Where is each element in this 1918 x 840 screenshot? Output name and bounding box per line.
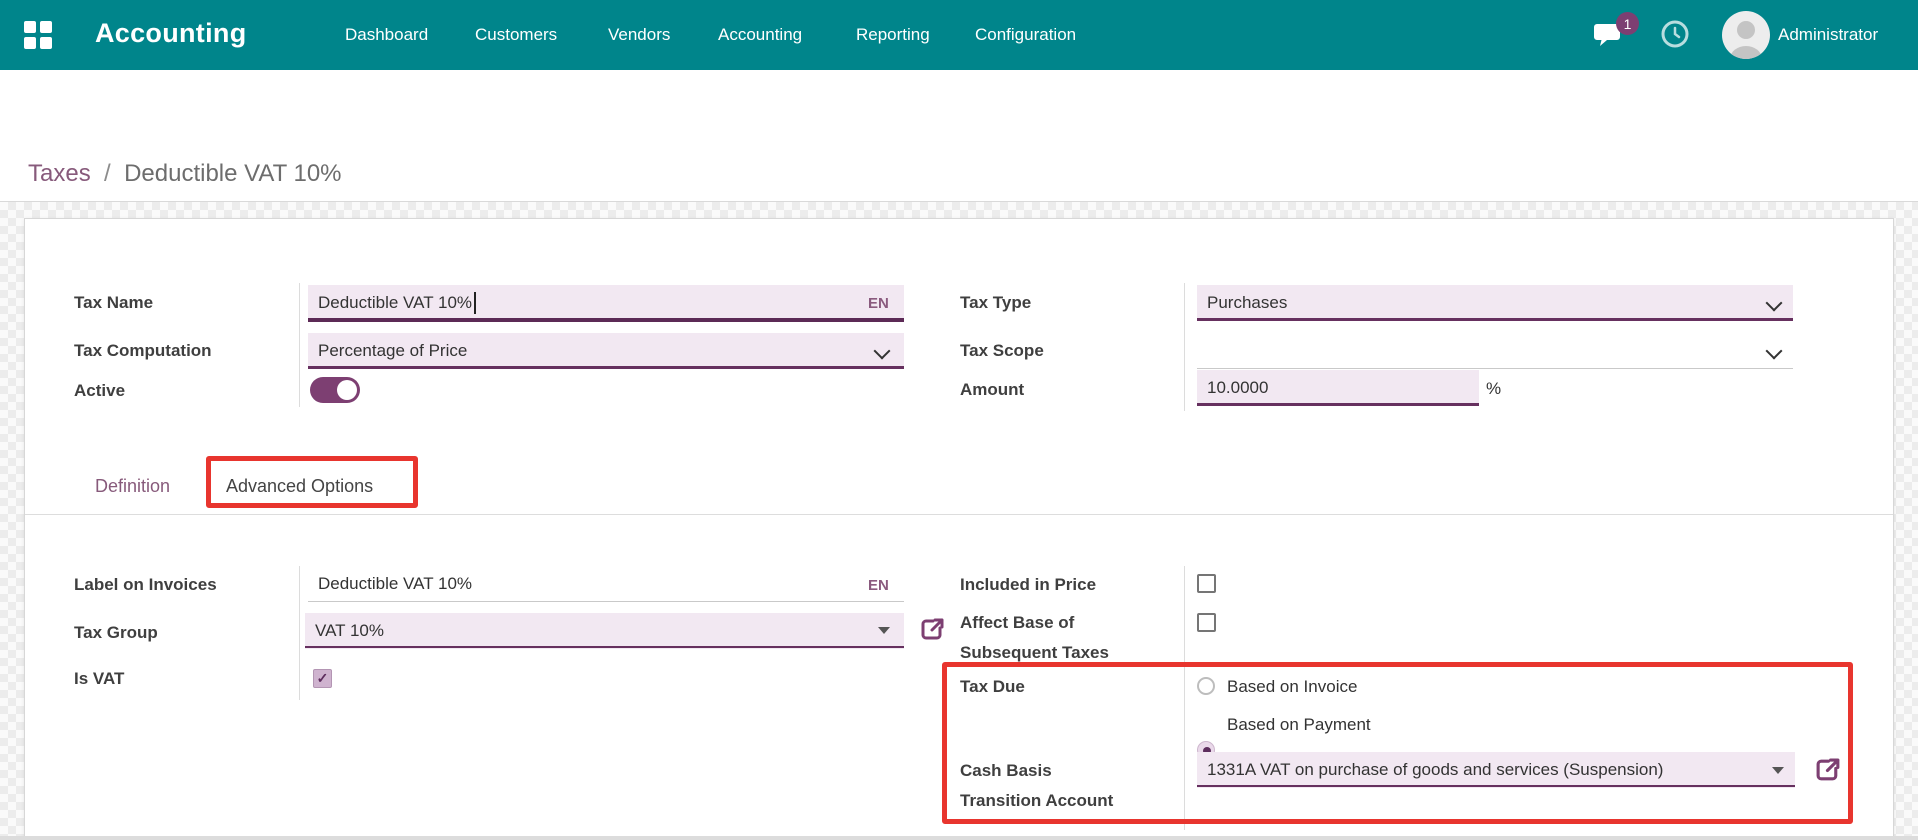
control-panel: Taxes / Deductible VAT 10% ✔ Save ✖ Disc… — [0, 70, 1918, 202]
tax-scope-label: Tax Scope — [960, 341, 1044, 361]
nav-reporting[interactable]: Reporting — [856, 25, 930, 45]
tax-due-option-label[interactable]: Based on Invoice — [1227, 677, 1357, 697]
breadcrumb-taxes-link[interactable]: Taxes — [28, 160, 91, 187]
amount-input[interactable]: 10.0000 — [1197, 370, 1479, 406]
included-in-price-checkbox[interactable] — [1197, 574, 1216, 593]
nav-customers[interactable]: Customers — [475, 25, 557, 45]
tax-group-external-link-icon[interactable] — [920, 617, 946, 643]
field-separator — [1184, 283, 1185, 411]
label-on-invoices-label: Label on Invoices — [74, 575, 217, 595]
breadcrumb-current: Deductible VAT 10% — [124, 160, 341, 187]
field-underline — [308, 318, 904, 322]
dropdown-caret-icon — [878, 627, 890, 634]
is-vat-checkbox[interactable]: ✓ — [313, 669, 332, 688]
active-label: Active — [74, 381, 125, 401]
tab-definition[interactable]: Definition — [95, 476, 170, 497]
breadcrumb: Taxes / Deductible VAT 10% — [28, 160, 342, 188]
avatar[interactable] — [1722, 11, 1770, 59]
field-separator — [299, 566, 300, 700]
tax-group-label: Tax Group — [74, 623, 158, 643]
nav-configuration[interactable]: Configuration — [975, 25, 1076, 45]
user-menu[interactable]: Administrator — [1778, 25, 1878, 45]
tab-advanced-options[interactable]: Advanced Options — [226, 476, 373, 497]
tax-due-option-label[interactable]: Based on Payment — [1227, 715, 1371, 735]
label-on-invoices-lang-badge[interactable]: EN — [868, 577, 889, 594]
field-underline — [305, 646, 904, 648]
messages-badge: 1 — [1616, 12, 1639, 35]
amount-label: Amount — [960, 380, 1024, 400]
cash-basis-account-label: Cash Basis Transition Account — [960, 756, 1128, 816]
activities-clock-icon[interactable] — [1660, 19, 1690, 54]
field-underline — [1197, 785, 1795, 787]
field-underline — [1197, 318, 1793, 321]
cash-basis-account-select[interactable]: 1331A VAT on purchase of goods and servi… — [1197, 752, 1795, 788]
breadcrumb-separator: / — [97, 160, 117, 187]
apps-menu-icon[interactable] — [24, 21, 52, 49]
top-navbar: Accounting Dashboard Customers Vendors A… — [0, 0, 1918, 70]
tax-due-label: Tax Due — [960, 677, 1025, 697]
tabs-divider — [25, 514, 1893, 515]
text-cursor — [474, 292, 476, 314]
tax-computation-label: Tax Computation — [74, 341, 212, 361]
nav-vendors[interactable]: Vendors — [608, 25, 670, 45]
check-icon: ✓ — [317, 670, 329, 687]
nav-dashboard[interactable]: Dashboard — [345, 25, 428, 45]
field-separator — [299, 283, 300, 407]
app-brand[interactable]: Accounting — [95, 18, 247, 49]
field-separator — [1184, 566, 1185, 830]
window-bottom-edge — [0, 836, 1918, 840]
field-underline — [308, 601, 904, 602]
active-toggle[interactable] — [310, 377, 360, 403]
included-in-price-label: Included in Price — [960, 575, 1096, 595]
odoo-accounting-window: Accounting Dashboard Customers Vendors A… — [0, 0, 1918, 840]
field-underline — [308, 366, 904, 369]
nav-accounting[interactable]: Accounting — [718, 25, 802, 45]
affect-base-label: Affect Base of Subsequent Taxes — [960, 608, 1138, 668]
is-vat-label: Is VAT — [74, 669, 124, 689]
cash-basis-external-link-icon[interactable] — [1815, 757, 1842, 784]
tax-name-lang-badge[interactable]: EN — [868, 295, 889, 312]
field-underline — [1197, 368, 1793, 369]
tax-type-label: Tax Type — [960, 293, 1031, 313]
tax-computation-select[interactable]: Percentage of Price — [308, 333, 904, 369]
field-underline — [1197, 403, 1479, 406]
amount-suffix: % — [1486, 379, 1501, 399]
tax-group-select[interactable]: VAT 10% — [305, 613, 904, 649]
affect-base-checkbox[interactable] — [1197, 613, 1216, 632]
tax-name-input[interactable]: Deductible VAT 10% — [308, 285, 904, 321]
tax-due-radio-based-on-invoice[interactable] — [1197, 677, 1215, 695]
dropdown-caret-icon — [1772, 767, 1784, 774]
label-on-invoices-input[interactable]: Deductible VAT 10% — [308, 567, 904, 601]
tax-type-select[interactable]: Purchases — [1197, 285, 1793, 321]
tax-scope-select[interactable] — [1197, 333, 1793, 369]
tax-name-label: Tax Name — [74, 293, 153, 313]
